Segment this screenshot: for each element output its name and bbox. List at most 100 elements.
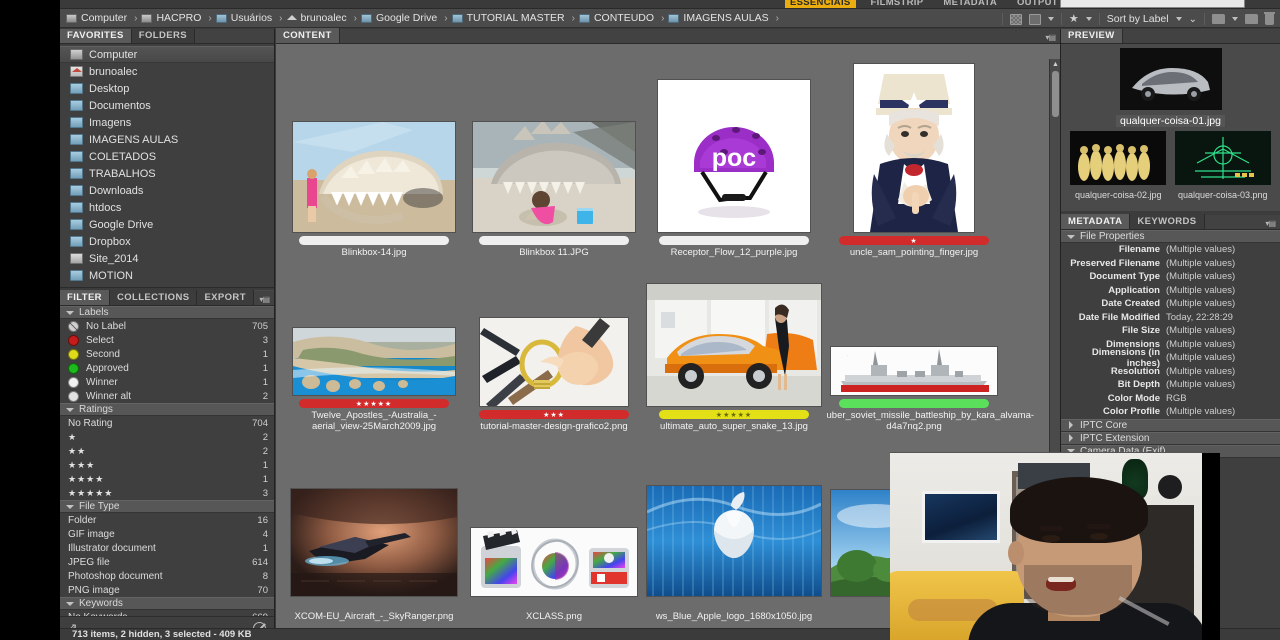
star-icon[interactable]: ★ (1069, 13, 1079, 25)
thumbnail-item[interactable]: Blinkbox 11.JPG (464, 68, 644, 258)
thumbnail-item[interactable]: ws_Blue_Apple_logo_1680x1050.jpg (644, 474, 824, 622)
filter-row-png-image[interactable]: PNG image 70 (60, 583, 274, 597)
thumbnail-item[interactable]: XCOM-EU_Aircraft_-_SkyRanger.png (284, 462, 464, 622)
label-bar[interactable] (479, 236, 629, 245)
thumbnail-item[interactable]: XCLASS.png (464, 508, 644, 622)
sidebar-item-motion[interactable]: MOTION (60, 267, 274, 284)
metadata-value[interactable]: Today, 22:28:29 (1166, 312, 1233, 323)
label-bar[interactable] (299, 600, 449, 609)
metadata-value[interactable]: (Multiple values) (1166, 379, 1235, 390)
preview-thumbnail-1[interactable] (1119, 48, 1222, 110)
preview-thumbnail-2[interactable] (1070, 131, 1167, 185)
breadcrumb-item-hacpro[interactable]: HACPRO (141, 12, 201, 24)
panel-menu-icon[interactable]: ▾▤ (259, 295, 270, 304)
tab-metadata[interactable]: METADATA (1061, 214, 1131, 229)
tab-preview[interactable]: PREVIEW (1061, 29, 1123, 43)
view-list-icon[interactable] (1028, 13, 1041, 25)
metadata-value[interactable]: (Multiple values) (1166, 366, 1235, 377)
workspace-tab-metadata[interactable]: METADATA (938, 0, 1002, 8)
thumbnail-item[interactable]: ★★★ tutorial-master-design-grafico2.png (464, 266, 644, 432)
filter-row-rating-2[interactable]: ★★ 2 (60, 444, 274, 458)
filter-row-winner[interactable]: Winner 1 (60, 375, 274, 389)
metadata-value[interactable]: (Multiple values) (1166, 352, 1235, 363)
filter-row-illustrator-document[interactable]: Illustrator document 1 (60, 541, 274, 555)
chevron-down-icon[interactable] (1085, 17, 1092, 21)
preview-thumbnail-3[interactable] (1174, 131, 1271, 185)
label-bar[interactable] (299, 236, 449, 245)
tab-favorites[interactable]: FAVORITES (60, 29, 132, 43)
filter-group-labels[interactable]: Labels (60, 306, 274, 319)
sort-by-label[interactable]: Sort by Label (1107, 13, 1169, 25)
filter-row-rating-5[interactable]: ★★★★★ 3 (60, 486, 274, 500)
label-bar[interactable] (659, 600, 809, 609)
label-bar[interactable]: ★★★★★ (659, 410, 809, 419)
filter-row-select[interactable]: Select 3 (60, 333, 274, 347)
sidebar-item-google-drive[interactable]: Google Drive (60, 216, 274, 233)
label-bar[interactable]: ★★★ (479, 410, 629, 419)
filter-row-winner-alt[interactable]: Winner alt 2 (60, 389, 274, 403)
metadata-group-iptc-core[interactable]: IPTC Core (1061, 418, 1280, 432)
workspace-tab-essenciais[interactable]: ESSENCIAIS (785, 0, 856, 8)
filter-row-approved[interactable]: Approved 1 (60, 361, 274, 375)
sidebar-item-computer[interactable]: Computer (60, 46, 274, 63)
metadata-group-iptc-extension[interactable]: IPTC Extension (1061, 431, 1280, 445)
filter-row-no-rating[interactable]: No Rating 704 (60, 416, 274, 430)
filter-row-rating-3[interactable]: ★★★ 1 (60, 458, 274, 472)
sidebar-item-documentos[interactable]: Documentos (60, 97, 274, 114)
workspace-tab-filmstrip[interactable]: FILMSTRIP (866, 0, 929, 8)
scrollbar-thumb[interactable] (1052, 71, 1059, 117)
view-grid-icon[interactable] (1009, 13, 1022, 25)
filter-group-ratings[interactable]: Ratings (60, 403, 274, 416)
sidebar-item-downloads[interactable]: Downloads (60, 182, 274, 199)
workspace-tab-output[interactable]: OUTPUT (1012, 0, 1063, 8)
filter-group-file-type[interactable]: File Type (60, 500, 274, 513)
breadcrumb-item-brunoalec[interactable]: brunoalec (286, 12, 347, 24)
thumbnail-item[interactable]: poc Receptor_Flow_12_purple.jpg (644, 48, 824, 258)
metadata-value[interactable]: (Multiple values) (1166, 244, 1235, 255)
breadcrumb-item-imagens-aulas[interactable]: IMAGENS AULAS (668, 12, 769, 24)
scroll-up-arrow[interactable]: ▲ (1052, 61, 1059, 68)
metadata-value[interactable]: (Multiple values) (1166, 339, 1235, 350)
sidebar-item-trabalhos[interactable]: TRABALHOS (60, 165, 274, 182)
filter-group-keywords[interactable]: Keywords (60, 597, 274, 610)
breadcrumb-item-google-drive[interactable]: Google Drive (360, 12, 437, 24)
label-bar[interactable] (839, 399, 989, 408)
metadata-value[interactable]: (Multiple values) (1166, 258, 1235, 269)
thumbnail-item[interactable]: Blinkbox-14.jpg (284, 68, 464, 258)
tab-content[interactable]: CONTENT (276, 28, 340, 43)
sidebar-item-htdocs[interactable]: htdocs (60, 199, 274, 216)
metadata-value[interactable]: (Multiple values) (1166, 406, 1235, 417)
panel-menu-icon[interactable]: ▾▤ (1045, 33, 1056, 42)
tab-export[interactable]: EXPORT (197, 290, 254, 305)
tab-folders[interactable]: FOLDERS (131, 29, 195, 43)
filter-row-rating-1[interactable]: ★ 2 (60, 430, 274, 444)
delete-icon[interactable] (1264, 11, 1275, 25)
breadcrumb-item-conteudo[interactable]: CONTEUDO (578, 12, 654, 24)
sidebar-item-imagens-aulas[interactable]: IMAGENS AULAS (60, 131, 274, 148)
filter-row-no-label[interactable]: No Label 705 (60, 319, 274, 333)
thumbnail-item[interactable]: ★ uncle_sam_pointing_finger.jpg (824, 44, 1004, 258)
sidebar-item-site-2014[interactable]: Site_2014 (60, 250, 274, 267)
metadata-value[interactable]: (Multiple values) (1166, 271, 1235, 282)
thumbnail-item[interactable]: ★★★★★ Twelve_Apostles_-Australia_-aerial… (284, 272, 464, 432)
metadata-value[interactable]: (Multiple values) (1166, 298, 1235, 309)
label-bar[interactable]: ★★★★★ (299, 399, 449, 408)
metadata-value[interactable]: (Multiple values) (1166, 285, 1235, 296)
new-folder-icon[interactable] (1245, 14, 1258, 24)
tab-filter[interactable]: FILTER (60, 290, 110, 305)
filter-body[interactable]: Labels No Label 705 Select 3 Second 1 Ap… (60, 306, 274, 616)
chevron-down-icon[interactable] (1175, 17, 1182, 21)
tab-collections[interactable]: COLLECTIONS (109, 290, 198, 305)
sidebar-item-brunoalec[interactable]: brunoalec (60, 63, 274, 80)
thumbnail-item[interactable]: ★★★★★ ultimate_auto_super_snake_13.jpg (644, 232, 824, 432)
filter-folder-icon[interactable] (1212, 14, 1225, 24)
metadata-group-file-properties[interactable]: File Properties (1061, 230, 1280, 243)
tab-keywords[interactable]: KEYWORDS (1130, 214, 1205, 229)
sidebar-item-imagens[interactable]: Imagens (60, 114, 274, 131)
filter-row-photoshop-document[interactable]: Photoshop document 8 (60, 569, 274, 583)
chevron-down-icon[interactable] (1232, 17, 1238, 21)
metadata-value[interactable]: RGB (1166, 393, 1187, 404)
panel-menu-icon[interactable]: ▾▤ (1265, 219, 1276, 228)
filter-row-folder[interactable]: Folder 16 (60, 513, 274, 527)
filter-row-jpeg-file[interactable]: JPEG file 614 (60, 555, 274, 569)
